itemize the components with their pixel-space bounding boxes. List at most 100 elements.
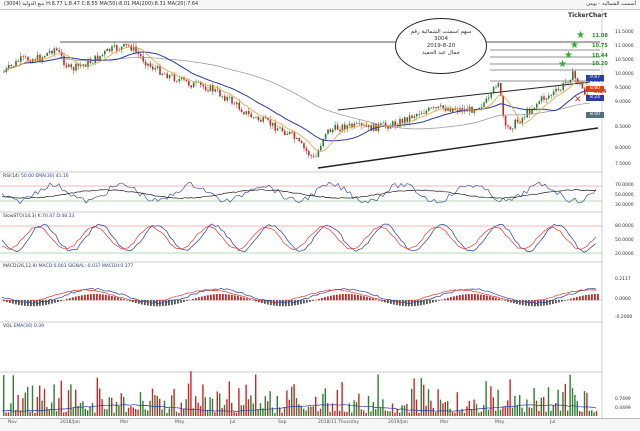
candle-body [15, 61, 17, 66]
x-axis-label: May [175, 420, 184, 425]
volume-bar [176, 412, 177, 416]
candle-body [502, 96, 504, 116]
macd-hist-bar [240, 297, 242, 301]
macd-hist-bar [477, 294, 479, 300]
candle-body [238, 103, 240, 110]
volume-bar [118, 406, 119, 416]
volume-bar [437, 389, 438, 416]
candle-body [560, 90, 562, 91]
macd-hist-bar [531, 300, 533, 306]
candle-body [109, 49, 111, 51]
macd-hist-bar [336, 295, 338, 301]
candle-body [406, 117, 408, 121]
candle-body [414, 116, 416, 118]
volume-bar [298, 404, 299, 416]
macd-hist-bar [444, 299, 446, 301]
price-tag: 8.80 [586, 86, 604, 92]
channel-upper [338, 82, 590, 110]
candle-body [514, 120, 516, 129]
candle-body [236, 103, 238, 105]
candle-body [178, 79, 180, 81]
volume-bar [536, 401, 537, 416]
volume-bar [27, 387, 28, 416]
volume-bar [553, 405, 554, 416]
candle-body [130, 46, 132, 51]
candle-body [97, 56, 99, 61]
volume-bar [121, 393, 122, 416]
macd-hist-bar [87, 294, 89, 300]
candle-body [260, 120, 262, 122]
volume-bar [497, 390, 498, 416]
macd-hist-bar [27, 300, 29, 306]
volume-bar [137, 410, 138, 416]
candle-body [18, 61, 20, 62]
volume-bar [238, 388, 239, 416]
vol-values: EMA(30) 0.39 [14, 324, 45, 329]
volume-bar [325, 388, 326, 416]
volume-bar [99, 388, 100, 416]
volume-bar [581, 412, 582, 416]
volume-bar [166, 413, 167, 416]
candle-body [147, 64, 149, 66]
stop-x-icon: ✕ [574, 95, 582, 105]
annotation-bubble: سهم اسمنت الشمالية رقم 3004 2019-8-20 جم… [395, 18, 487, 74]
volume-bar [596, 411, 597, 416]
candle-body [224, 96, 226, 100]
volume-bar [245, 385, 246, 416]
candle-body [176, 81, 178, 82]
candle-body [402, 119, 404, 123]
volume-bar [308, 407, 309, 416]
candle-body [553, 92, 555, 95]
candle-body [145, 61, 147, 65]
macd-hist-bar [108, 295, 110, 300]
volume-bar [512, 408, 513, 416]
volume-bar [171, 395, 172, 416]
macd-hist-bar [378, 300, 380, 301]
macd-hist-bar [354, 295, 356, 301]
macd-hist-bar [45, 300, 47, 305]
price-chart[interactable] [0, 0, 640, 430]
macd-hist-bar [540, 300, 542, 306]
target-price: 11.08 [592, 33, 608, 39]
macd-hist-bar [183, 300, 185, 302]
price-axis-label: 9.5000 [615, 86, 631, 91]
volume-bar [25, 393, 26, 416]
volume-bar [181, 403, 182, 416]
volume-bar [423, 385, 424, 416]
volume-bar [301, 406, 302, 416]
volume-bar [351, 413, 352, 416]
candle-body [505, 116, 507, 126]
macd-hist-bar [546, 300, 548, 305]
candle-body [195, 82, 197, 83]
candle-body [111, 46, 113, 51]
candle-body [356, 123, 358, 124]
macd-hist-bar [174, 300, 176, 304]
volume-bar [169, 408, 170, 416]
price-axis-label: 10.0000 [615, 72, 634, 77]
volume-bar [394, 413, 395, 416]
macd-hist-bar [306, 300, 308, 303]
volume-bar [221, 408, 222, 416]
volume-bar [104, 409, 105, 416]
volume-bar [233, 412, 234, 416]
candle-body [174, 75, 176, 81]
candle-body [25, 57, 27, 58]
candle-body [289, 132, 291, 134]
macd-hist-bar [42, 300, 44, 305]
macd-hist-bar [375, 299, 377, 300]
candle-body [154, 68, 156, 69]
candle-body [66, 65, 68, 67]
x-axis-label: Jul [230, 420, 235, 425]
volume-bar [159, 399, 160, 416]
volume-bar [334, 411, 335, 416]
volume-bar [130, 406, 131, 416]
volume-bar [473, 400, 474, 416]
volume-bar [284, 407, 285, 416]
macd-hist-bar [369, 298, 371, 301]
macd-hist-bar [261, 300, 263, 303]
volume-bar [572, 388, 573, 416]
candle-body [253, 117, 255, 118]
volume-bar [567, 411, 568, 416]
macd-hist-bar [486, 296, 488, 301]
volume-bar [305, 411, 306, 416]
